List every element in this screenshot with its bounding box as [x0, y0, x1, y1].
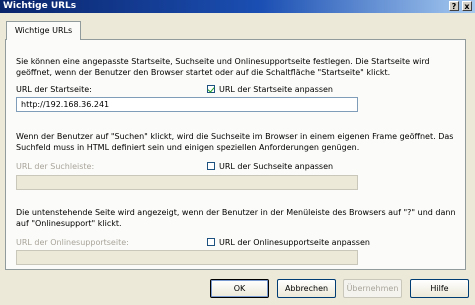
onlinesupport-checkbox-label: URL der Onlinesupportseite anpassen — [219, 238, 370, 247]
suchleiste-label: URL der Suchleiste: — [16, 162, 95, 171]
tab-wichtige-urls[interactable]: Wichtige URLs — [6, 21, 81, 40]
startseite-checkbox-label: URL der Startseite anpassen — [219, 85, 333, 94]
suchleiste-checkbox[interactable] — [207, 162, 215, 170]
suchleiste-checkbox-row[interactable]: URL der Suchseite anpassen — [207, 162, 333, 172]
apply-button[interactable]: Übernehmen — [343, 279, 402, 298]
ok-button[interactable]: OK — [210, 279, 269, 298]
onlinesupport-description: Die untenstehende Seite wird angezeigt, … — [16, 208, 456, 228]
startseite-label: URL der Startseite: — [16, 85, 92, 94]
startseite-description: Sie können eine angepasste Startseite, S… — [16, 57, 430, 77]
onlinesupport-label: URL der Onlinesupportseite: — [16, 238, 129, 247]
window-title: Wichtige URLs — [3, 1, 77, 11]
onlinesupport-checkbox[interactable] — [207, 238, 215, 246]
suchleiste-description: Wenn der Benutzer auf "Suchen" klickt, w… — [16, 132, 454, 152]
startseite-checkbox[interactable] — [207, 85, 215, 93]
close-icon[interactable]: x — [462, 1, 472, 11]
title-bar: Wichtige URLs ? x — [0, 0, 475, 13]
startseite-checkbox-row[interactable]: URL der Startseite anpassen — [207, 85, 333, 95]
onlinesupport-url-input[interactable] — [16, 250, 358, 265]
cancel-button[interactable]: Abbrechen — [277, 279, 336, 298]
onlinesupport-checkbox-row[interactable]: URL der Onlinesupportseite anpassen — [207, 238, 370, 248]
help-button[interactable]: Hilfe — [410, 279, 469, 298]
startseite-url-input[interactable]: http://192.168.36.241 — [16, 97, 358, 112]
help-title-button[interactable]: ? — [449, 1, 459, 11]
suchleiste-url-input[interactable] — [16, 175, 358, 190]
suchleiste-checkbox-label: URL der Suchseite anpassen — [219, 162, 334, 171]
